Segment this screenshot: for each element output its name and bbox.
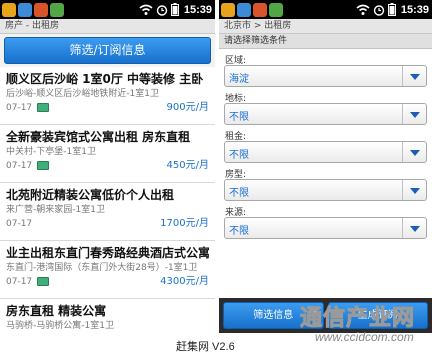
listing-price: 1700元/月: [160, 218, 209, 229]
select-value: 不限: [229, 150, 249, 161]
chevron-down-icon: [402, 142, 426, 162]
battery-icon: [170, 3, 179, 16]
listing-title: 全新豪装宾馆式公寓出租 房东直租: [6, 130, 191, 144]
filter-field-district: 区域: 海淀: [219, 49, 432, 87]
section-title: 请选择筛选条件: [219, 34, 432, 49]
rent-select[interactable]: 不限: [224, 141, 427, 163]
status-bar: 15:39: [219, 0, 432, 19]
filter-field-landmark: 地标: 不限: [219, 87, 432, 125]
notification-icons: [2, 1, 64, 18]
listing-meta: 07-17 1700元/月: [6, 217, 209, 231]
listing-date: 07-17: [6, 277, 33, 287]
status-indicators: 15:39: [139, 0, 212, 19]
clock: 15:39: [400, 3, 429, 16]
listing-date: 07-17: [6, 103, 33, 113]
listing-meta: 07-17 900元/月: [6, 101, 209, 115]
landmark-select[interactable]: 不限: [224, 103, 427, 125]
filter-subscribe-button[interactable]: 筛选/订阅信息: [4, 37, 211, 64]
field-label: 来源:: [225, 208, 247, 218]
source-select[interactable]: 不限: [224, 217, 427, 239]
select-value: 海淀: [229, 74, 249, 85]
listing-date: 07-17: [6, 161, 33, 171]
alarm-icon: [373, 4, 385, 16]
listing-item[interactable]: 北苑附近精装公寓低价个人出租 来广营-朝来家园-1室1卫 07-17 1700元…: [0, 183, 215, 241]
listing-address: 马驹桥-马驹桥公寓-1室1卫: [6, 321, 114, 331]
alarm-icon: [156, 4, 168, 16]
listing-item[interactable]: 顺义区后沙峪 1室0厅 中等装修 主卧 后沙峪-顺义区后沙峪地铁附近-1室1卫 …: [0, 67, 215, 125]
listing-price: 4300元/月: [160, 276, 209, 287]
room-type-select[interactable]: 不限: [224, 179, 427, 201]
field-label: 地标:: [225, 94, 247, 104]
filter-field-rent: 租金: 不限: [219, 125, 432, 163]
district-select[interactable]: 海淀: [224, 65, 427, 87]
field-label: 区域:: [225, 56, 247, 66]
app-notification-icon: [34, 2, 48, 17]
app-notification-icon: [237, 2, 251, 17]
left-screen: 15:39 房产 - 出租房 筛选/订阅信息 顺义区后沙峪 1室0厅 中等装修 …: [0, 0, 215, 333]
chevron-down-icon: [402, 104, 426, 124]
status-indicators: 15:39: [356, 0, 429, 19]
field-label: 租金:: [225, 132, 247, 142]
photo-icon: [37, 103, 50, 112]
right-screen: 15:39 北京市 > 出租房 请选择筛选条件 区域: 海淀 地标: 不限 租金…: [219, 0, 432, 333]
app-notification-icon: [2, 2, 16, 17]
listing-address: 来广营-朝来家园-1室1卫: [6, 205, 105, 215]
caption: 赶集网 V2.6: [176, 341, 235, 353]
chevron-down-icon: [402, 180, 426, 200]
select-value: 不限: [229, 188, 249, 199]
notification-icons: [221, 1, 283, 18]
photo-icon: [37, 161, 50, 170]
filter-field-room-type: 房型: 不限: [219, 163, 432, 201]
app-notification-icon: [221, 2, 235, 17]
status-bar: 15:39: [0, 0, 215, 19]
listing-address: 中关村-下亭堡-1室1卫: [6, 147, 96, 157]
select-value: 不限: [229, 112, 249, 123]
breadcrumb: 房产 - 出租房: [0, 19, 215, 34]
listing-price: 900元/月: [166, 102, 209, 113]
app-notification-icon: [269, 2, 283, 17]
listing-title: 北苑附近精装公寓低价个人出租: [6, 188, 175, 202]
listing-meta: 07-17 4300元/月: [6, 275, 209, 289]
photo-icon: [37, 277, 50, 286]
app-notification-icon: [18, 2, 32, 17]
filter-field-source: 来源: 不限: [219, 201, 432, 239]
watermark-url: www.ccidcom.com: [315, 330, 414, 344]
chevron-down-icon: [402, 66, 426, 86]
clock: 15:39: [183, 3, 212, 16]
listing-address: 后沙峪-顺义区后沙峪地铁附近-1室1卫: [6, 89, 159, 99]
field-label: 房型:: [225, 170, 247, 180]
listing-address: 东直门-港湾国际（东直门外大街28号）-1室1卫: [6, 263, 198, 273]
watermark-title: 通信产业网: [299, 306, 416, 332]
breadcrumb: 北京市 > 出租房: [219, 19, 432, 34]
select-value: 不限: [229, 226, 249, 237]
listing-item[interactable]: 业主出租东直门春秀路经典酒店式公寓 东直门-港湾国际（东直门外大街28号）-1室…: [0, 241, 215, 299]
listing-price: 450元/月: [166, 160, 209, 171]
wifi-icon: [356, 4, 370, 15]
listing-item[interactable]: 房东直租 精装公寓 马驹桥-马驹桥公寓-1室1卫: [0, 299, 215, 333]
app-notification-icon: [253, 2, 267, 17]
app-notification-icon: [50, 2, 64, 17]
filter-bar: 筛选/订阅信息: [0, 34, 215, 67]
listing-title: 顺义区后沙峪 1室0厅 中等装修 主卧: [6, 72, 204, 86]
listing-item[interactable]: 全新豪装宾馆式公寓出租 房东直租 中关村-下亭堡-1室1卫 07-17 450元…: [0, 125, 215, 183]
battery-icon: [387, 3, 396, 16]
listing-date: 07-17: [6, 219, 33, 229]
chevron-down-icon: [402, 218, 426, 238]
listing-title: 业主出租东直门春秀路经典酒店式公寓: [6, 246, 209, 260]
wifi-icon: [139, 4, 153, 15]
listing-title: 房东直租 精装公寓: [6, 304, 107, 318]
listing-meta: 07-17 450元/月: [6, 159, 209, 173]
